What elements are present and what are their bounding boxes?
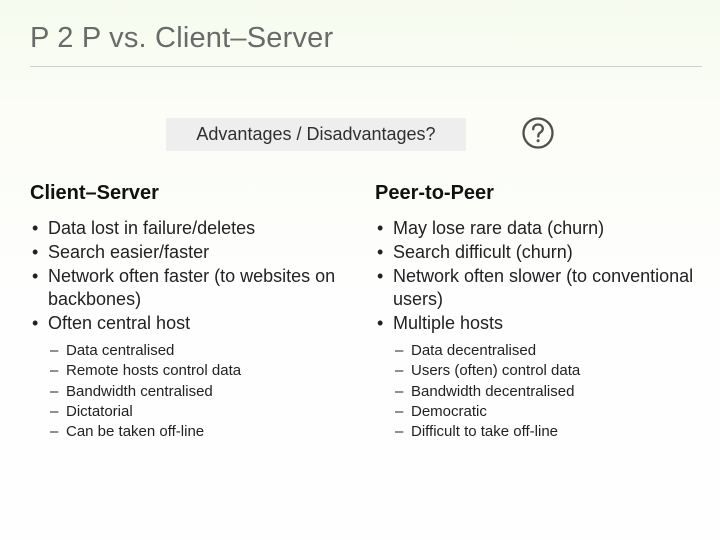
- list-item: May lose rare data (churn): [375, 217, 696, 240]
- columns-container: Client–Server Data lost in failure/delet…: [30, 182, 696, 442]
- list-item: Network often faster (to websites on bac…: [30, 265, 351, 311]
- list-item: Democratic: [395, 402, 696, 421]
- list-item: Data centralised: [50, 341, 351, 360]
- question-banner: Advantages / Disadvantages?: [166, 118, 466, 151]
- list-item: Data decentralised: [395, 341, 696, 360]
- bullet-list-left: Data lost in failure/deletes Search easi…: [30, 217, 351, 335]
- list-item: Search difficult (churn): [375, 241, 696, 264]
- list-item: Bandwidth centralised: [50, 382, 351, 401]
- list-item: Multiple hosts: [375, 312, 696, 335]
- column-heading-left: Client–Server: [30, 182, 351, 205]
- list-item: Network often slower (to conventional us…: [375, 265, 696, 311]
- list-item: Remote hosts control data: [50, 361, 351, 380]
- sub-bullet-list-left: Data centralised Remote hosts control da…: [30, 341, 351, 441]
- column-peer-to-peer: Peer-to-Peer May lose rare data (churn) …: [375, 182, 696, 442]
- list-item: Can be taken off-line: [50, 422, 351, 441]
- question-text: Advantages / Disadvantages?: [196, 124, 435, 145]
- list-item: Search easier/faster: [30, 241, 351, 264]
- list-item: Difficult to take off-line: [395, 422, 696, 441]
- column-heading-right: Peer-to-Peer: [375, 182, 696, 205]
- column-client-server: Client–Server Data lost in failure/delet…: [30, 182, 351, 442]
- horizontal-rule: [30, 66, 702, 67]
- list-item: Bandwidth decentralised: [395, 382, 696, 401]
- bullet-list-right: May lose rare data (churn) Search diffic…: [375, 217, 696, 335]
- list-item: Often central host: [30, 312, 351, 335]
- list-item: Users (often) control data: [395, 361, 696, 380]
- help-icon: [521, 116, 555, 150]
- list-item: Data lost in failure/deletes: [30, 217, 351, 240]
- list-item: Dictatorial: [50, 402, 351, 421]
- sub-bullet-list-right: Data decentralised Users (often) control…: [375, 341, 696, 441]
- slide-title: P 2 P vs. Client–Server: [30, 22, 333, 55]
